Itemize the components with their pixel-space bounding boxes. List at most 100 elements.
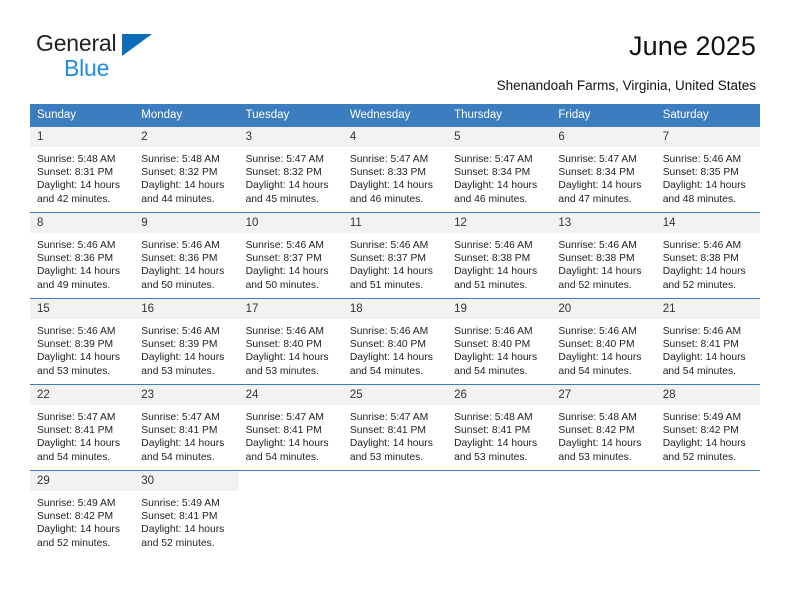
sunset-text: Sunset: 8:40 PM — [245, 339, 322, 351]
weekday-header-saturday: Saturday — [655, 104, 760, 127]
calendar-day-cell[interactable]: 5 Sunrise: 5:47 AM Sunset: 8:34 PM Daylight… — [447, 126, 552, 213]
calendar-day-cell[interactable]: 20 Sunrise: 5:46 AM Sunset: 8:40 PM Dayligh… — [551, 298, 656, 385]
calendar-day-cell[interactable]: 30 Sunrise: 5:49 AM Sunset: 8:41 PM Dayligh… — [134, 470, 239, 556]
day-cell-body — [655, 471, 760, 556]
calendar-day-cell[interactable]: 1 Sunrise: 5:48 AM Sunset: 8:31 PM Daylight… — [30, 126, 135, 213]
daylight-text-line1: Daylight: 14 hours — [662, 266, 746, 278]
day-number: 21 — [655, 299, 760, 319]
day-sun-info: Sunrise: 5:46 AM Sunset: 8:40 PM Daylight:… — [447, 319, 551, 378]
daylight-text-line2: and 53 minutes. — [245, 365, 319, 377]
calendar-day-cell[interactable]: 19 Sunrise: 5:46 AM Sunset: 8:40 PM Dayligh… — [447, 298, 552, 385]
daylight-text-line2: and 42 minutes. — [37, 193, 111, 205]
day-sun-info: Sunrise: 5:49 AM Sunset: 8:42 PM Daylight:… — [30, 491, 134, 550]
day-sun-info — [551, 491, 655, 497]
day-cell-body: 4 Sunrise: 5:47 AM Sunset: 8:33 PM Daylight… — [342, 127, 448, 212]
generalblue-logo[interactable]: General Blue — [36, 32, 166, 80]
calendar-day-cell[interactable]: 22 Sunrise: 5:47 AM Sunset: 8:41 PM Dayligh… — [30, 384, 135, 471]
day-cell-body: 28 Sunrise: 5:49 AM Sunset: 8:42 PM Dayligh… — [655, 385, 760, 470]
sunset-text: Sunset: 8:40 PM — [349, 339, 426, 351]
logo-word-blue: Blue — [64, 55, 110, 81]
day-cell-body: 7 Sunrise: 5:46 AM Sunset: 8:35 PM Daylight… — [655, 127, 760, 212]
daylight-text-line1: Daylight: 14 hours — [245, 352, 329, 364]
sunset-text: Sunset: 8:32 PM — [141, 167, 218, 179]
calendar-day-cell[interactable]: 24 Sunrise: 5:47 AM Sunset: 8:41 PM Dayligh… — [238, 384, 343, 471]
daylight-text-line1: Daylight: 14 hours — [349, 438, 433, 450]
sunset-text: Sunset: 8:38 PM — [558, 253, 635, 265]
sunset-text: Sunset: 8:39 PM — [141, 339, 218, 351]
day-sun-info: Sunrise: 5:47 AM Sunset: 8:41 PM Daylight:… — [134, 405, 238, 464]
day-cell-body: 19 Sunrise: 5:46 AM Sunset: 8:40 PM Dayligh… — [447, 299, 552, 384]
calendar-week-row: 15 Sunrise: 5:46 AM Sunset: 8:39 PM Dayligh… — [30, 298, 760, 385]
calendar-day-cell — [447, 470, 552, 556]
weekday-header-thursday: Thursday — [447, 104, 552, 127]
daylight-text-line1: Daylight: 14 hours — [245, 180, 329, 192]
calendar-day-cell[interactable]: 14 Sunrise: 5:46 AM Sunset: 8:38 PM Dayligh… — [655, 212, 760, 299]
sunrise-text: Sunrise: 5:46 AM — [662, 240, 742, 251]
calendar-day-cell[interactable]: 13 Sunrise: 5:46 AM Sunset: 8:38 PM Dayligh… — [551, 212, 656, 299]
calendar-day-cell[interactable]: 6 Sunrise: 5:47 AM Sunset: 8:34 PM Daylight… — [551, 126, 656, 213]
day-sun-info: Sunrise: 5:46 AM Sunset: 8:41 PM Daylight:… — [656, 319, 760, 378]
day-number: 14 — [655, 213, 760, 233]
calendar-day-cell[interactable]: 7 Sunrise: 5:46 AM Sunset: 8:35 PM Daylight… — [655, 126, 760, 213]
sunrise-text: Sunrise: 5:48 AM — [141, 154, 220, 165]
sunset-text: Sunset: 8:34 PM — [454, 167, 531, 179]
day-number: 3 — [238, 127, 343, 147]
day-cell-body: 15 Sunrise: 5:46 AM Sunset: 8:39 PM Dayligh… — [30, 299, 135, 384]
day-cell-body — [342, 471, 448, 556]
day-cell-body: 11 Sunrise: 5:46 AM Sunset: 8:37 PM Dayligh… — [342, 213, 448, 298]
calendar-day-cell[interactable]: 10 Sunrise: 5:46 AM Sunset: 8:37 PM Dayligh… — [238, 212, 343, 299]
calendar-day-cell[interactable]: 28 Sunrise: 5:49 AM Sunset: 8:42 PM Dayligh… — [655, 384, 760, 471]
day-number — [343, 471, 447, 491]
sunrise-text: Sunrise: 5:48 AM — [558, 412, 637, 423]
calendar-day-cell[interactable]: 11 Sunrise: 5:46 AM Sunset: 8:37 PM Dayligh… — [342, 212, 448, 299]
day-cell-body: 25 Sunrise: 5:47 AM Sunset: 8:41 PM Dayligh… — [342, 385, 448, 470]
calendar-day-cell[interactable]: 18 Sunrise: 5:46 AM Sunset: 8:40 PM Dayligh… — [342, 298, 448, 385]
day-sun-info: Sunrise: 5:49 AM Sunset: 8:42 PM Daylight:… — [656, 405, 760, 464]
daylight-text-line2: and 48 minutes. — [662, 193, 736, 205]
calendar-day-cell[interactable]: 16 Sunrise: 5:46 AM Sunset: 8:39 PM Dayligh… — [134, 298, 239, 385]
day-sun-info: Sunrise: 5:46 AM Sunset: 8:40 PM Daylight:… — [343, 319, 447, 378]
sunset-text: Sunset: 8:37 PM — [349, 253, 426, 265]
daylight-text-line1: Daylight: 14 hours — [37, 180, 120, 192]
day-number: 19 — [447, 299, 552, 319]
calendar-day-cell[interactable]: 2 Sunrise: 5:48 AM Sunset: 8:32 PM Daylight… — [134, 126, 239, 213]
calendar-day-cell[interactable]: 9 Sunrise: 5:46 AM Sunset: 8:36 PM Daylight… — [134, 212, 239, 299]
sunrise-text: Sunrise: 5:46 AM — [454, 326, 533, 337]
calendar-day-cell[interactable]: 3 Sunrise: 5:47 AM Sunset: 8:32 PM Daylight… — [238, 126, 343, 213]
day-number — [551, 471, 655, 491]
calendar-day-cell[interactable]: 12 Sunrise: 5:46 AM Sunset: 8:38 PM Dayligh… — [447, 212, 552, 299]
day-sun-info: Sunrise: 5:46 AM Sunset: 8:40 PM Daylight:… — [239, 319, 343, 378]
calendar-day-cell[interactable]: 8 Sunrise: 5:46 AM Sunset: 8:36 PM Daylight… — [30, 212, 135, 299]
day-number: 2 — [134, 127, 239, 147]
calendar-day-cell[interactable]: 23 Sunrise: 5:47 AM Sunset: 8:41 PM Dayligh… — [134, 384, 239, 471]
day-number: 6 — [551, 127, 656, 147]
calendar-day-cell[interactable]: 4 Sunrise: 5:47 AM Sunset: 8:33 PM Daylight… — [342, 126, 448, 213]
day-number: 1 — [30, 127, 135, 147]
day-number: 20 — [551, 299, 656, 319]
calendar-day-cell[interactable]: 15 Sunrise: 5:46 AM Sunset: 8:39 PM Dayligh… — [30, 298, 135, 385]
calendar-day-cell[interactable]: 27 Sunrise: 5:48 AM Sunset: 8:42 PM Dayligh… — [551, 384, 656, 471]
sunset-text: Sunset: 8:41 PM — [37, 425, 114, 437]
daylight-text-line1: Daylight: 14 hours — [454, 352, 538, 364]
logo-word-general: General — [36, 30, 117, 56]
calendar-day-cell[interactable]: 26 Sunrise: 5:48 AM Sunset: 8:41 PM Dayligh… — [447, 384, 552, 471]
calendar-day-cell[interactable]: 29 Sunrise: 5:49 AM Sunset: 8:42 PM Dayligh… — [30, 470, 135, 556]
calendar-day-cell[interactable]: 25 Sunrise: 5:47 AM Sunset: 8:41 PM Dayligh… — [342, 384, 448, 471]
sunset-text: Sunset: 8:40 PM — [558, 339, 635, 351]
sunset-text: Sunset: 8:41 PM — [141, 511, 218, 523]
day-cell-body: 17 Sunrise: 5:46 AM Sunset: 8:40 PM Dayligh… — [238, 299, 343, 384]
day-sun-info: Sunrise: 5:47 AM Sunset: 8:33 PM Daylight:… — [343, 147, 447, 206]
day-sun-info — [343, 491, 447, 497]
logo-text-general: General — [36, 32, 166, 56]
day-sun-info: Sunrise: 5:49 AM Sunset: 8:41 PM Daylight:… — [134, 491, 238, 550]
day-sun-info: Sunrise: 5:46 AM Sunset: 8:37 PM Daylight:… — [343, 233, 447, 292]
calendar-week-row: 1 Sunrise: 5:48 AM Sunset: 8:31 PM Daylight… — [30, 126, 760, 213]
calendar-day-cell[interactable]: 21 Sunrise: 5:46 AM Sunset: 8:41 PM Dayligh… — [655, 298, 760, 385]
daylight-text-line1: Daylight: 14 hours — [558, 352, 642, 364]
calendar-day-cell[interactable]: 17 Sunrise: 5:46 AM Sunset: 8:40 PM Dayligh… — [238, 298, 343, 385]
sunset-text: Sunset: 8:34 PM — [558, 167, 635, 179]
sunset-text: Sunset: 8:42 PM — [37, 511, 114, 523]
day-number: 24 — [238, 385, 343, 405]
day-cell-body: 9 Sunrise: 5:46 AM Sunset: 8:36 PM Daylight… — [134, 213, 239, 298]
day-sun-info: Sunrise: 5:46 AM Sunset: 8:39 PM Daylight:… — [134, 319, 238, 378]
